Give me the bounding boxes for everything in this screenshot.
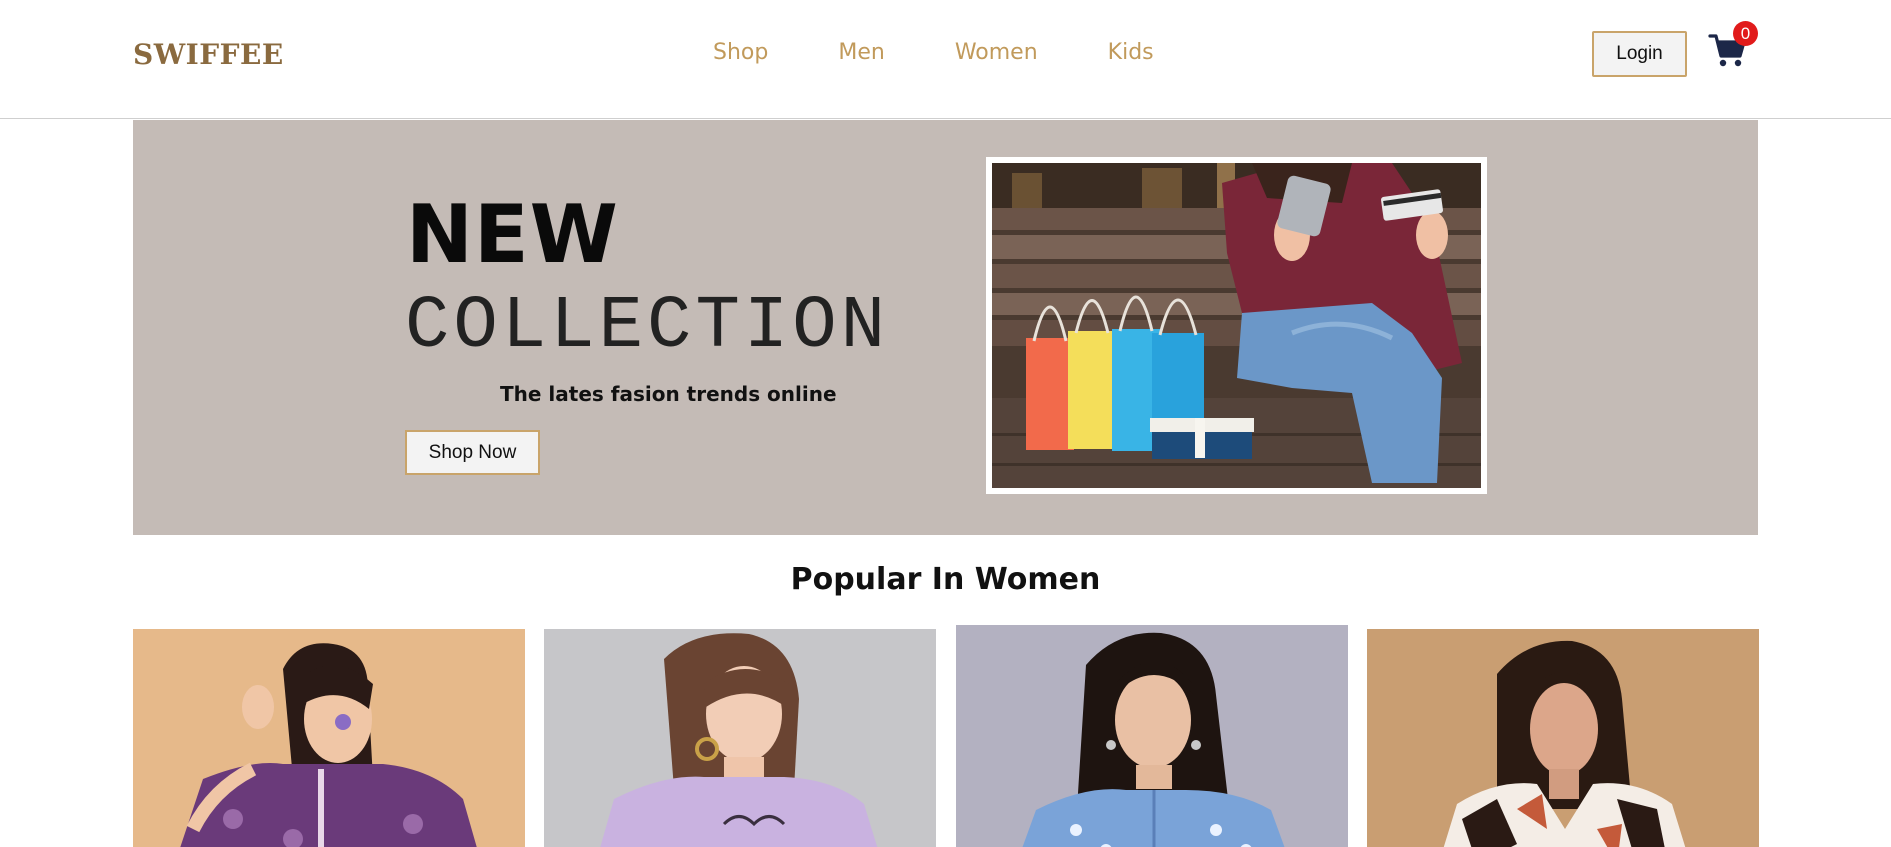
abstract-print-top-photo <box>1367 629 1759 847</box>
product-card-2[interactable] <box>544 629 936 847</box>
product-card-3[interactable] <box>956 625 1348 847</box>
shop-now-button[interactable]: Shop Now <box>405 430 540 475</box>
hero-headline-new: NEW <box>406 188 619 281</box>
hero-banner: NEW COLLECTION The lates fasion trends o… <box>133 120 1758 535</box>
product-card-1[interactable] <box>133 629 525 847</box>
login-button[interactable]: Login <box>1592 31 1687 77</box>
nav-link-men[interactable]: Men <box>838 40 884 65</box>
lavender-tshirt-photo <box>544 629 936 847</box>
navbar: SWIFFEE Shop Men Women Kids Login 0 <box>0 0 1891 119</box>
hero-tagline: The lates fasion trends online <box>500 382 837 406</box>
section-title-popular: Popular In Women <box>790 562 1101 597</box>
brand-logo[interactable]: SWIFFEE <box>133 38 284 71</box>
blue-print-kurta-photo <box>956 625 1348 847</box>
product-card-4[interactable] <box>1367 629 1759 847</box>
hero-image-frame <box>986 157 1487 494</box>
hero-headline-collection: COLLECTION <box>405 285 890 369</box>
main-nav: Shop Men Women Kids <box>713 40 1154 65</box>
nav-link-kids[interactable]: Kids <box>1108 40 1154 65</box>
hero-image <box>992 163 1481 488</box>
cart-count-badge: 0 <box>1733 21 1758 46</box>
nav-link-women[interactable]: Women <box>955 40 1038 65</box>
purple-paisley-kurta-photo <box>133 629 525 847</box>
nav-link-shop[interactable]: Shop <box>713 40 768 65</box>
